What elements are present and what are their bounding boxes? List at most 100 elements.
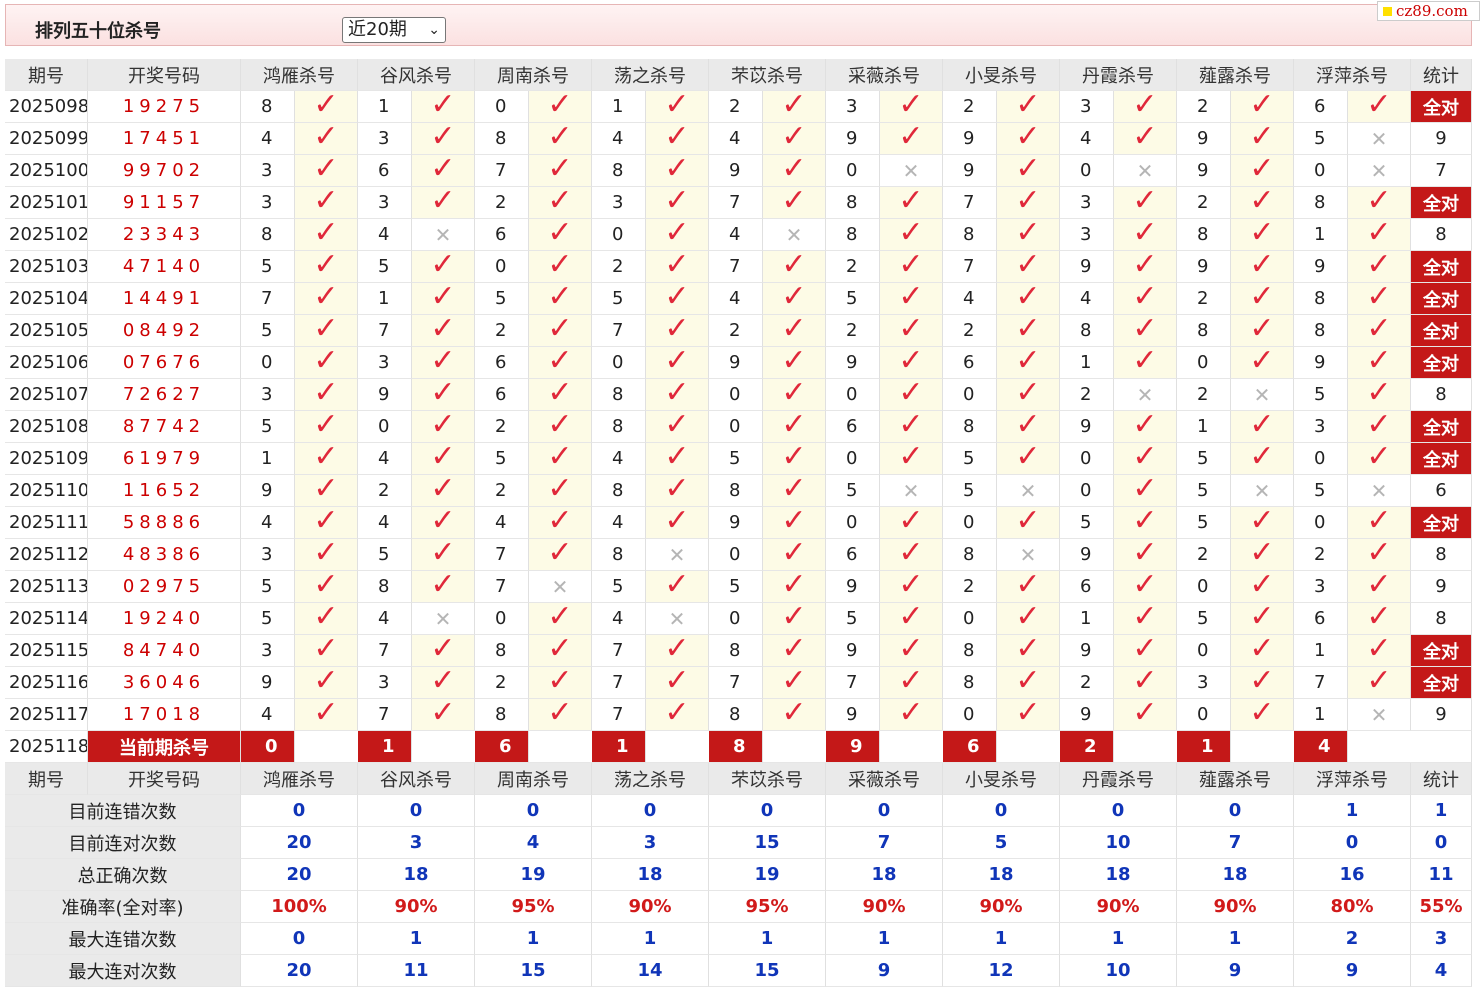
period-select[interactable]: 近20期 ⌄: [342, 17, 446, 43]
header-row: 期号 开奖号码 鸿雁杀号 谷风杀号 周南杀号 荡之杀号 芣苡杀号 采薇杀号 小旻杀号 丹霞杀号 薤露…: [5, 59, 1472, 91]
result-mark-cell: ✓: [1348, 635, 1411, 667]
kill-number-cell: 6: [1294, 91, 1348, 123]
stats-value: 14: [592, 955, 709, 987]
stats-value: 90%: [1177, 891, 1294, 923]
all-correct-badge: 全对: [1423, 673, 1459, 695]
kill-number-cell: 8: [1177, 315, 1231, 347]
stats-value: 95%: [475, 891, 592, 923]
kill-number-cell: 6: [475, 379, 529, 411]
cross-icon: ✕: [551, 574, 569, 599]
table-row: 2025111 58886 4 ✓ 4 ✓ 4 ✓ 4 ✓ 9 ✓ 0 ✓ 0 ✓ 5 ✓ 5 ✓ 0 ✓ 全对: [5, 507, 1472, 539]
kill-number-cell: 4: [709, 123, 763, 155]
kill-number-cell: 5: [358, 251, 412, 283]
kill-number-cell: 7: [358, 635, 412, 667]
result-mark-cell: ✓: [646, 571, 709, 603]
result-mark-cell: ✓: [880, 667, 943, 699]
current-blank-cell: [529, 731, 592, 763]
result-mark-cell: ✓: [412, 539, 475, 571]
check-icon: ✓: [1366, 667, 1392, 698]
stats-label: 最大连错次数: [5, 923, 241, 955]
check-icon: ✓: [313, 347, 339, 378]
all-correct-badge: 全对: [1423, 417, 1459, 439]
result-mark-cell: ✕: [880, 475, 943, 507]
check-icon: ✓: [898, 603, 924, 634]
check-icon: ✓: [781, 539, 807, 570]
table-row: 2025112 48386 3 ✓ 5 ✓ 7 ✓ 8 ✕ 0 ✓ 6 ✓ 8 ✕ 9 ✓ 2 ✓ 2 ✓ 8: [5, 539, 1472, 571]
kill-number-cell: 9: [1060, 635, 1114, 667]
stats-value: 1: [709, 923, 826, 955]
kill-number-cell: 3: [1060, 187, 1114, 219]
kill-number-cell: 9: [241, 667, 295, 699]
issue-cell: 2025098: [5, 91, 88, 123]
kill-number-cell: 9: [826, 123, 880, 155]
result-mark-cell: ✓: [997, 123, 1060, 155]
kill-number-cell: 8: [592, 411, 646, 443]
kill-number-cell: 5: [592, 283, 646, 315]
stat-cell: 6: [1411, 475, 1472, 507]
stats-value: 19: [475, 859, 592, 891]
check-icon: ✓: [781, 571, 807, 602]
kill-number-table: 期号 开奖号码 鸿雁杀号 谷风杀号 周南杀号 荡之杀号 芣苡杀号 采薇杀号 小旻杀号 丹霞杀号 薤露…: [5, 59, 1472, 987]
kill-number-cell: 1: [358, 283, 412, 315]
check-icon: ✓: [664, 571, 690, 602]
current-kill-badge: 1: [358, 731, 412, 763]
logo-square-icon: [1383, 7, 1392, 16]
current-kill-badge: 1: [592, 731, 646, 763]
check-icon: ✓: [1249, 347, 1275, 378]
draw-number-cell: 08492: [88, 315, 241, 347]
kill-number-cell: 5: [1177, 603, 1231, 635]
result-mark-cell: ✓: [1231, 347, 1294, 379]
cross-icon: ✕: [785, 222, 803, 247]
result-mark-cell: ✓: [1231, 91, 1294, 123]
stats-value: 0: [592, 795, 709, 827]
kill-number-cell: 8: [592, 539, 646, 571]
kill-number-cell: 8: [826, 187, 880, 219]
result-mark-cell: ✓: [295, 507, 358, 539]
result-mark-cell: ✓: [1114, 699, 1177, 731]
check-icon: ✓: [430, 187, 456, 218]
check-icon: ✓: [313, 443, 339, 474]
stats-value: 90%: [943, 891, 1060, 923]
result-mark-cell: ✓: [763, 315, 826, 347]
stats-value: 0: [1411, 827, 1472, 859]
check-icon: ✓: [313, 155, 339, 186]
kill-number-cell: 5: [1177, 475, 1231, 507]
kill-number-cell: 0: [1294, 155, 1348, 187]
kill-number-cell: 2: [826, 315, 880, 347]
kill-number-cell: 0: [1177, 635, 1231, 667]
result-mark-cell: ✓: [997, 443, 1060, 475]
stat-count: 9: [1435, 576, 1447, 597]
result-mark-cell: ✓: [1348, 443, 1411, 475]
column-header: 鸿雁杀号: [241, 763, 358, 795]
kill-number-cell: 7: [475, 539, 529, 571]
table-row: 2025107 72627 3 ✓ 9 ✓ 6 ✓ 8 ✓ 0 ✓ 0 ✓ 0 ✓ 2 ✕ 2 ✕ 5 ✓ 8: [5, 379, 1472, 411]
check-icon: ✓: [430, 251, 456, 282]
kill-number-cell: 7: [592, 699, 646, 731]
check-icon: ✓: [313, 571, 339, 602]
check-icon: ✓: [1015, 443, 1041, 474]
check-icon: ✓: [898, 539, 924, 570]
check-icon: ✓: [664, 507, 690, 538]
kill-number-cell: 2: [1177, 379, 1231, 411]
issue-cell: 2025100: [5, 155, 88, 187]
result-mark-cell: ✓: [997, 251, 1060, 283]
cross-icon: ✕: [1370, 126, 1388, 151]
check-icon: ✓: [898, 187, 924, 218]
result-mark-cell: ✓: [646, 347, 709, 379]
check-icon: ✓: [313, 91, 339, 122]
kill-number-cell: 0: [709, 379, 763, 411]
column-header: 小旻杀号: [943, 59, 1060, 91]
check-icon: ✓: [664, 155, 690, 186]
stat-cell: 9: [1411, 123, 1472, 155]
check-icon: ✓: [313, 411, 339, 442]
draw-number-cell: 47140: [88, 251, 241, 283]
kill-number-cell: 4: [592, 123, 646, 155]
column-header: 小旻杀号: [943, 763, 1060, 795]
site-logo[interactable]: cz89.com: [1377, 1, 1480, 21]
result-mark-cell: ✓: [763, 379, 826, 411]
kill-number-cell: 0: [358, 411, 412, 443]
result-mark-cell: ✓: [529, 91, 592, 123]
check-icon: ✓: [781, 507, 807, 538]
kill-number-cell: 7: [709, 251, 763, 283]
kill-number-cell: 1: [1294, 635, 1348, 667]
